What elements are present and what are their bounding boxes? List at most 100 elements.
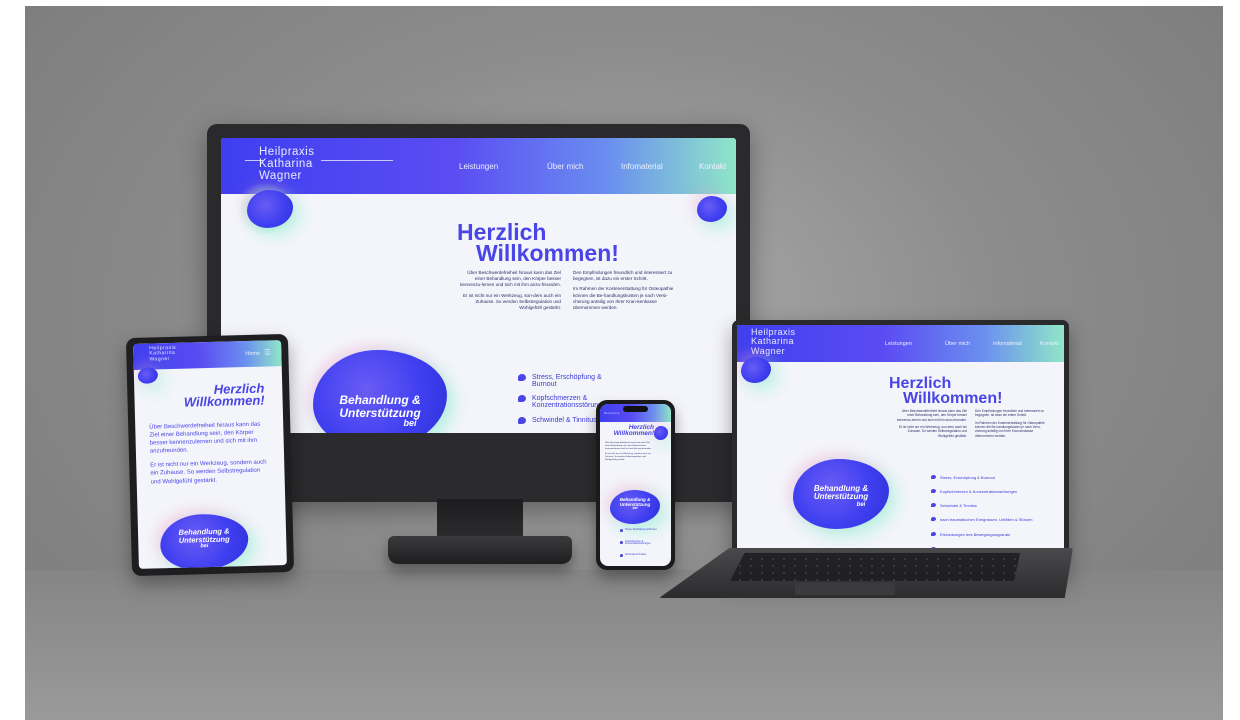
blob-line3: bei bbox=[632, 506, 638, 511]
hero-title: Herzlich Willkommen! bbox=[889, 376, 1003, 407]
list-item[interactable]: Kopfschmerzen & Konzentrationsstörungen bbox=[931, 489, 1041, 494]
tablet-website: Heilpraxis Katharina Wagner Home ☰ Herzl… bbox=[133, 340, 287, 569]
list-item-label: Kopfschmerzen & Konzentrationsstörungen bbox=[625, 541, 651, 545]
laptop-website: Heilpraxis Katharina Wagner Leistungen Ü… bbox=[737, 325, 1064, 561]
brand-divider bbox=[245, 160, 263, 161]
brand-line2: Katharina bbox=[259, 158, 313, 171]
nav-home[interactable]: Home bbox=[245, 351, 260, 357]
nav-leistungen[interactable]: Leistungen bbox=[885, 341, 912, 347]
intro-right-p1: Den Empfindungen freundlich und interess… bbox=[975, 409, 1044, 418]
treatment-blob-text: Behandlung & Unterstützung bei bbox=[793, 484, 889, 508]
intro-right: Den Empfindungen freundlich und interess… bbox=[975, 409, 1045, 438]
intro-right-p2: Im Rahmen der Kostenerstattung für Osteo… bbox=[975, 420, 1045, 438]
bullet-icon bbox=[518, 417, 526, 424]
bullet-icon bbox=[931, 517, 936, 521]
list-item-label: Schwindel & Tinnitus bbox=[625, 554, 647, 556]
bullet-icon bbox=[931, 532, 936, 536]
monitor-stand-neck bbox=[437, 499, 523, 541]
decor-blob bbox=[741, 357, 771, 383]
brand-line3: Wagner bbox=[259, 170, 302, 183]
treatment-blob-text: Behandlung & Unterstützung bei bbox=[610, 497, 660, 511]
bullet-icon bbox=[931, 489, 936, 493]
intro-right-p1: Den Empfindungen freundlich und interess… bbox=[573, 270, 673, 282]
brand-logo[interactable]: Heilpraxis bbox=[604, 412, 620, 416]
intro-left: Über Beschwerdefreiheit hinaus kann das … bbox=[897, 409, 967, 438]
hamburger-icon[interactable]: ☰ bbox=[264, 348, 270, 356]
hero-title: Herzlich Willkommen! bbox=[457, 220, 619, 267]
list-item[interactable]: Stress, Erschöpfung & Burnout bbox=[620, 529, 668, 532]
brand-logo[interactable]: Heilpraxis Katharina Wagner bbox=[259, 146, 315, 182]
monitor-website: Heilpraxis Katharina Wagner Leistungen Ü… bbox=[221, 138, 736, 434]
intro-left-p2: Er ist nicht nur ein Werkzeug, son-dern … bbox=[463, 292, 561, 310]
list-item[interactable]: nach traumatischen Ereignissen, Unfällen… bbox=[931, 517, 1041, 522]
site-header: Heilpraxis Katharina Wagner Leistungen Ü… bbox=[737, 325, 1064, 362]
list-item-label: Schwindel & Tinnitus bbox=[532, 417, 597, 424]
list-item[interactable]: Schwindel & Tinnitus bbox=[620, 554, 668, 557]
intro-right-p2: Im Rahmen der Kostenerstattung für Osteo… bbox=[573, 286, 674, 310]
list-item[interactable]: Stress, Erschöpfung & Burnout bbox=[518, 374, 628, 388]
monitor-stand-base bbox=[388, 536, 572, 564]
phone-intro-p2: Er ist nicht nur ein Werkzeug, sondern a… bbox=[605, 452, 651, 461]
laptop-trackpad bbox=[795, 583, 895, 595]
blob-line2: Unterstützung bbox=[339, 405, 421, 420]
blob-line3: bei bbox=[856, 501, 866, 508]
hero-title-line2: Willkommen! bbox=[183, 392, 265, 410]
nav-ueber-mich[interactable]: Über mich bbox=[945, 341, 970, 347]
bullet-icon bbox=[931, 475, 936, 479]
blob-line3: bei bbox=[403, 418, 417, 429]
brand-line3: Wagner bbox=[149, 355, 170, 363]
decor-blob bbox=[137, 367, 159, 384]
nav-infomaterial[interactable]: Infomaterial bbox=[993, 341, 1022, 347]
list-item-label: Stress, Erschöpfung & Burnout bbox=[532, 374, 602, 388]
nav-kontakt[interactable]: Kontakt bbox=[699, 162, 726, 171]
tablet-intro-p1: Über Beschwerdefreiheit hinaus kann das … bbox=[149, 421, 261, 455]
hero-title-line2: Willkommen! bbox=[613, 429, 654, 437]
brand-line1: Heilpraxis bbox=[259, 146, 315, 158]
hero-title-line2: Willkommen! bbox=[476, 240, 619, 267]
phone-notch bbox=[623, 406, 648, 412]
blob-line1: Behandlung & bbox=[339, 393, 421, 407]
list-item-label: Kopfschmerzen & Konzentrationsstörungen bbox=[940, 489, 1018, 494]
nav-infomaterial[interactable]: Infomaterial bbox=[621, 162, 663, 171]
phone-intro: Über Beschwerdefreiheit hinaus kann das … bbox=[605, 442, 653, 462]
nav-ueber-mich[interactable]: Über mich bbox=[547, 162, 583, 171]
hero-title: Herzlich Willkommen! bbox=[602, 424, 654, 437]
tablet-intro-p2: Er ist nicht nur ein Werkzeug, sondern a… bbox=[150, 459, 267, 486]
blob-line2: Unterstützung bbox=[813, 492, 869, 502]
bullet-icon bbox=[620, 541, 623, 544]
brand-logo[interactable]: Heilpraxis Katharina Wagner bbox=[751, 327, 796, 356]
list-item-label: Stress, Erschöpfung & Burnout bbox=[940, 475, 995, 480]
brand-logo[interactable]: Heilpraxis Katharina Wagner bbox=[149, 345, 176, 363]
brand-line3: Wagner bbox=[751, 345, 786, 356]
list-item[interactable]: Erkrankungen des Bewegungsapparats bbox=[931, 532, 1041, 537]
nav-leistungen[interactable]: Leistungen bbox=[459, 162, 498, 171]
intro-left: Über Beschwerdefreiheit hinaus kann das … bbox=[457, 270, 561, 311]
decor-blob bbox=[654, 426, 668, 440]
phone-website: Heilpraxis Herzlich Willkommen! Über Bes… bbox=[600, 404, 671, 566]
nav-kontakt[interactable]: Kontakt bbox=[1040, 341, 1059, 347]
tablet-intro: Über Beschwerdefreiheit hinaus kann das … bbox=[149, 420, 269, 486]
intro-left-p1: Über Beschwerdefreiheit hinaus kann das … bbox=[460, 270, 561, 288]
list-item[interactable]: Schwindel & Tinnitus bbox=[931, 503, 1041, 508]
treatment-blob-text: Behandlung & Unterstützung bei bbox=[160, 527, 249, 551]
laptop-keyboard bbox=[730, 553, 1020, 581]
phone-intro-p1: Über Beschwerdefreiheit hinaus kann das … bbox=[605, 442, 652, 450]
bullet-icon bbox=[931, 503, 936, 507]
list-item-label: Erkrankungen des Bewegungsapparats bbox=[940, 532, 1011, 537]
brand-line1: Heilpraxis bbox=[604, 412, 620, 415]
list-item-label: nach traumatischen Ereignissen, Unfällen… bbox=[940, 517, 1033, 522]
intro-left-p2: Er ist nicht nur ein Werkzeug, son-dern … bbox=[899, 424, 967, 438]
bullet-icon bbox=[620, 554, 623, 557]
bullet-icon bbox=[518, 395, 526, 402]
intro-left-p1: Über Beschwerdefreiheit hinaus kann das … bbox=[897, 409, 967, 422]
site-header: Heilpraxis Katharina Wagner Leistungen Ü… bbox=[221, 138, 736, 194]
decor-blob bbox=[697, 196, 727, 222]
list-item[interactable]: Kopfschmerzen & Konzentrationsstörungen bbox=[620, 541, 668, 545]
list-item-label: Schwindel & Tinnitus bbox=[940, 503, 977, 508]
list-item[interactable]: Stress, Erschöpfung & Burnout bbox=[931, 475, 1041, 480]
brand-divider bbox=[321, 160, 393, 161]
hero-title: Herzlich Willkommen! bbox=[154, 381, 265, 410]
intro-right: Den Empfindungen freundlich und interess… bbox=[573, 270, 677, 311]
hero-title-line2: Willkommen! bbox=[903, 389, 1003, 407]
bullet-icon bbox=[518, 374, 526, 381]
